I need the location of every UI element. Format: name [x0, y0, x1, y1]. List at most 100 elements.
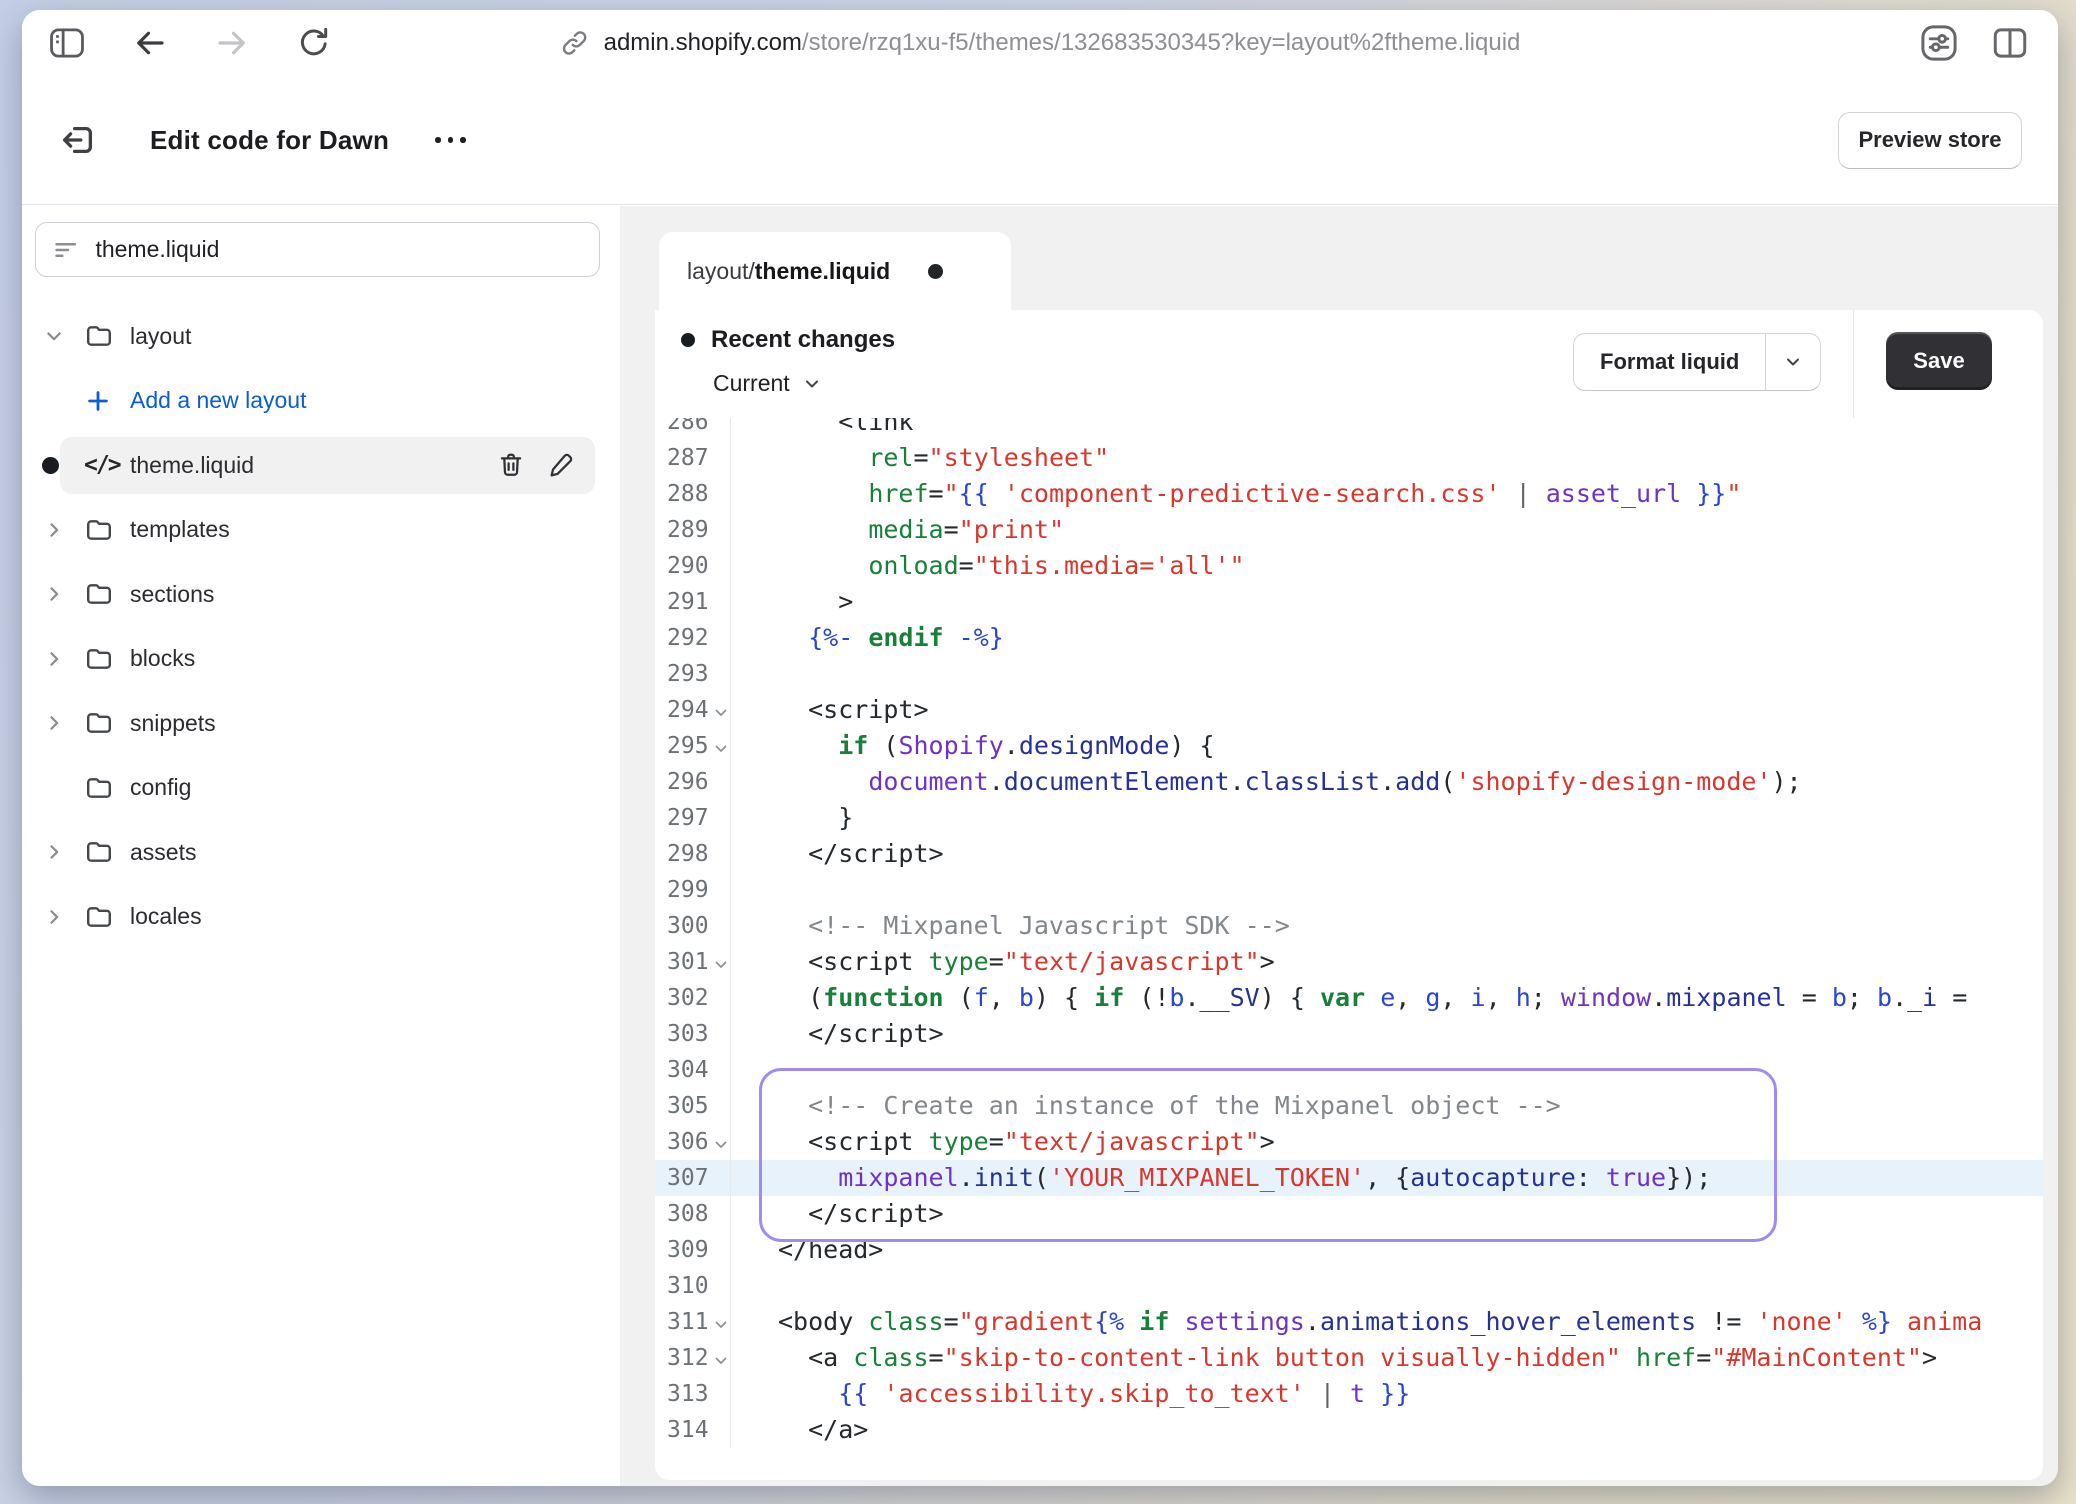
- code-file-icon: </>: [84, 452, 120, 478]
- fold-chevron-icon[interactable]: [713, 1353, 729, 1369]
- tab-theme-liquid[interactable]: layout/theme.liquid: [659, 232, 1011, 311]
- gutter: 290: [655, 548, 730, 584]
- code-line-311: 311<body class="gradient{% if settings.a…: [655, 1304, 2043, 1340]
- code-text[interactable]: onload="this.media='all'": [730, 548, 2043, 584]
- trash-icon: [497, 451, 525, 479]
- save-button[interactable]: Save: [1886, 332, 1992, 390]
- file-sidebar: layoutAdd a new layout</>theme.liquidtem…: [22, 206, 621, 1486]
- fold-chevron-icon[interactable]: [713, 705, 729, 721]
- chevron-right-icon[interactable]: [44, 713, 64, 733]
- forward-button[interactable]: [214, 25, 250, 61]
- chevron-right-icon[interactable]: [44, 842, 64, 862]
- back-button[interactable]: [132, 25, 168, 61]
- split-view-button[interactable]: [1990, 25, 2030, 61]
- line-number: 293: [667, 661, 709, 687]
- code-text[interactable]: {{ 'accessibility.skip_to_text' | t }}: [730, 1376, 2043, 1412]
- line-number: 287: [667, 445, 709, 471]
- delete-file-button[interactable]: [497, 451, 525, 479]
- sidebar-item-theme.liquid[interactable]: </>theme.liquid: [22, 433, 619, 498]
- sidebar-item-templates[interactable]: templates: [22, 498, 619, 563]
- format-options-caret[interactable]: [1765, 334, 1820, 390]
- chevron-right-icon[interactable]: [44, 649, 64, 669]
- chevron-right-icon[interactable]: [44, 520, 64, 540]
- code-text[interactable]: </script>: [730, 836, 2043, 872]
- sidebar-item-config[interactable]: config: [22, 756, 619, 821]
- code-line-307: 307 mixpanel.init('YOUR_MIXPANEL_TOKEN',…: [655, 1160, 2043, 1196]
- code-text[interactable]: [730, 1052, 2043, 1088]
- item-label: snippets: [130, 710, 216, 737]
- format-liquid-button[interactable]: Format liquid: [1573, 333, 1821, 391]
- sidebar-toggle-button[interactable]: [48, 26, 86, 60]
- code-text[interactable]: </a>: [730, 1412, 2043, 1448]
- code-text[interactable]: if (Shopify.designMode) {: [730, 728, 2043, 764]
- page-settings-button[interactable]: [1918, 22, 1960, 64]
- code-text[interactable]: </head>: [730, 1232, 2043, 1268]
- gutter: 310: [655, 1268, 730, 1304]
- line-number: 290: [667, 553, 709, 579]
- folder-icon: [84, 773, 114, 803]
- code-text[interactable]: <script type="text/javascript">: [730, 944, 2043, 980]
- code-text[interactable]: </script>: [730, 1196, 2043, 1232]
- sidebar-item-locales[interactable]: locales: [22, 885, 619, 950]
- code-text[interactable]: document.documentElement.classList.add('…: [730, 764, 2043, 800]
- file-filter-input[interactable]: [93, 235, 583, 264]
- code-text[interactable]: <script>: [730, 692, 2043, 728]
- code-editor[interactable]: 286 <link287 rel="stylesheet"288 href="{…: [655, 418, 2043, 1480]
- line-number: 302: [667, 985, 709, 1011]
- version-dropdown[interactable]: Current: [713, 370, 822, 397]
- address-bar[interactable]: admin.shopify.com/store/rzq1xu-f5/themes…: [560, 10, 1521, 76]
- code-line-296: 296 document.documentElement.classList.a…: [655, 764, 2043, 800]
- exit-editor-button[interactable]: [58, 119, 100, 161]
- code-lines: 286 <link287 rel="stylesheet"288 href="{…: [655, 418, 2043, 1448]
- sidebar-item-add-a-new-layout[interactable]: Add a new layout: [22, 369, 619, 434]
- code-line-291: 291 >: [655, 584, 2043, 620]
- code-text[interactable]: href="{{ 'component-predictive-search.cs…: [730, 476, 2043, 512]
- editor-card: layout/theme.liquid Recent changes Curre…: [655, 232, 2043, 1480]
- code-text[interactable]: <!-- Mixpanel Javascript SDK -->: [730, 908, 2043, 944]
- recent-changes-button[interactable]: Recent changes: [681, 326, 895, 354]
- sidebar-item-snippets[interactable]: snippets: [22, 691, 619, 756]
- fold-chevron-icon[interactable]: [713, 1317, 729, 1333]
- code-text[interactable]: [730, 1268, 2043, 1304]
- code-text[interactable]: (function (f, b) { if (!b.__SV) { var e,…: [730, 980, 2043, 1016]
- file-filter-box[interactable]: [35, 222, 600, 277]
- code-text[interactable]: }: [730, 800, 2043, 836]
- fold-chevron-icon[interactable]: [713, 741, 729, 757]
- code-text[interactable]: <body class="gradient{% if settings.anim…: [730, 1304, 2043, 1340]
- code-line-312: 312 <a class="skip-to-content-link butto…: [655, 1340, 2043, 1376]
- gutter: 313: [655, 1376, 730, 1412]
- code-line-293: 293: [655, 656, 2043, 692]
- code-text[interactable]: </script>: [730, 1016, 2043, 1052]
- code-text[interactable]: media="print": [730, 512, 2043, 548]
- sidebar-item-assets[interactable]: assets: [22, 820, 619, 885]
- sidebar-item-layout[interactable]: layout: [22, 304, 619, 369]
- code-text[interactable]: {%- endif -%}: [730, 620, 2043, 656]
- code-text[interactable]: <a class="skip-to-content-link button vi…: [730, 1340, 2043, 1376]
- toolbar-divider: [1853, 310, 1854, 418]
- recent-changes-label: Recent changes: [711, 326, 895, 354]
- more-actions-button[interactable]: [435, 137, 466, 143]
- sidebar-item-blocks[interactable]: blocks: [22, 627, 619, 692]
- code-text[interactable]: [730, 872, 2043, 908]
- code-text[interactable]: >: [730, 584, 2043, 620]
- rename-file-button[interactable]: [547, 451, 575, 479]
- code-text[interactable]: rel="stylesheet": [730, 440, 2043, 476]
- code-text[interactable]: <script type="text/javascript">: [730, 1124, 2043, 1160]
- fold-chevron-icon[interactable]: [713, 957, 729, 973]
- back-arrow-icon: [132, 25, 168, 61]
- app-header: Edit code for Dawn Preview store: [22, 76, 2058, 205]
- chevron-down-icon[interactable]: [44, 326, 64, 346]
- reload-button[interactable]: [296, 25, 332, 61]
- code-text[interactable]: [730, 656, 2043, 692]
- chevron-right-icon[interactable]: [44, 907, 64, 927]
- code-text[interactable]: <!-- Create an instance of the Mixpanel …: [730, 1088, 2043, 1124]
- sidebar-item-sections[interactable]: sections: [22, 562, 619, 627]
- code-line-299: 299: [655, 872, 2043, 908]
- browser-window: admin.shopify.com/store/rzq1xu-f5/themes…: [22, 10, 2058, 1486]
- code-text[interactable]: <link: [730, 418, 2043, 440]
- code-text[interactable]: mixpanel.init('YOUR_MIXPANEL_TOKEN', {au…: [730, 1160, 2043, 1196]
- preview-store-button[interactable]: Preview store: [1838, 112, 2022, 169]
- fold-chevron-icon[interactable]: [713, 1137, 729, 1153]
- code-line-287: 287 rel="stylesheet": [655, 440, 2043, 476]
- chevron-right-icon[interactable]: [44, 584, 64, 604]
